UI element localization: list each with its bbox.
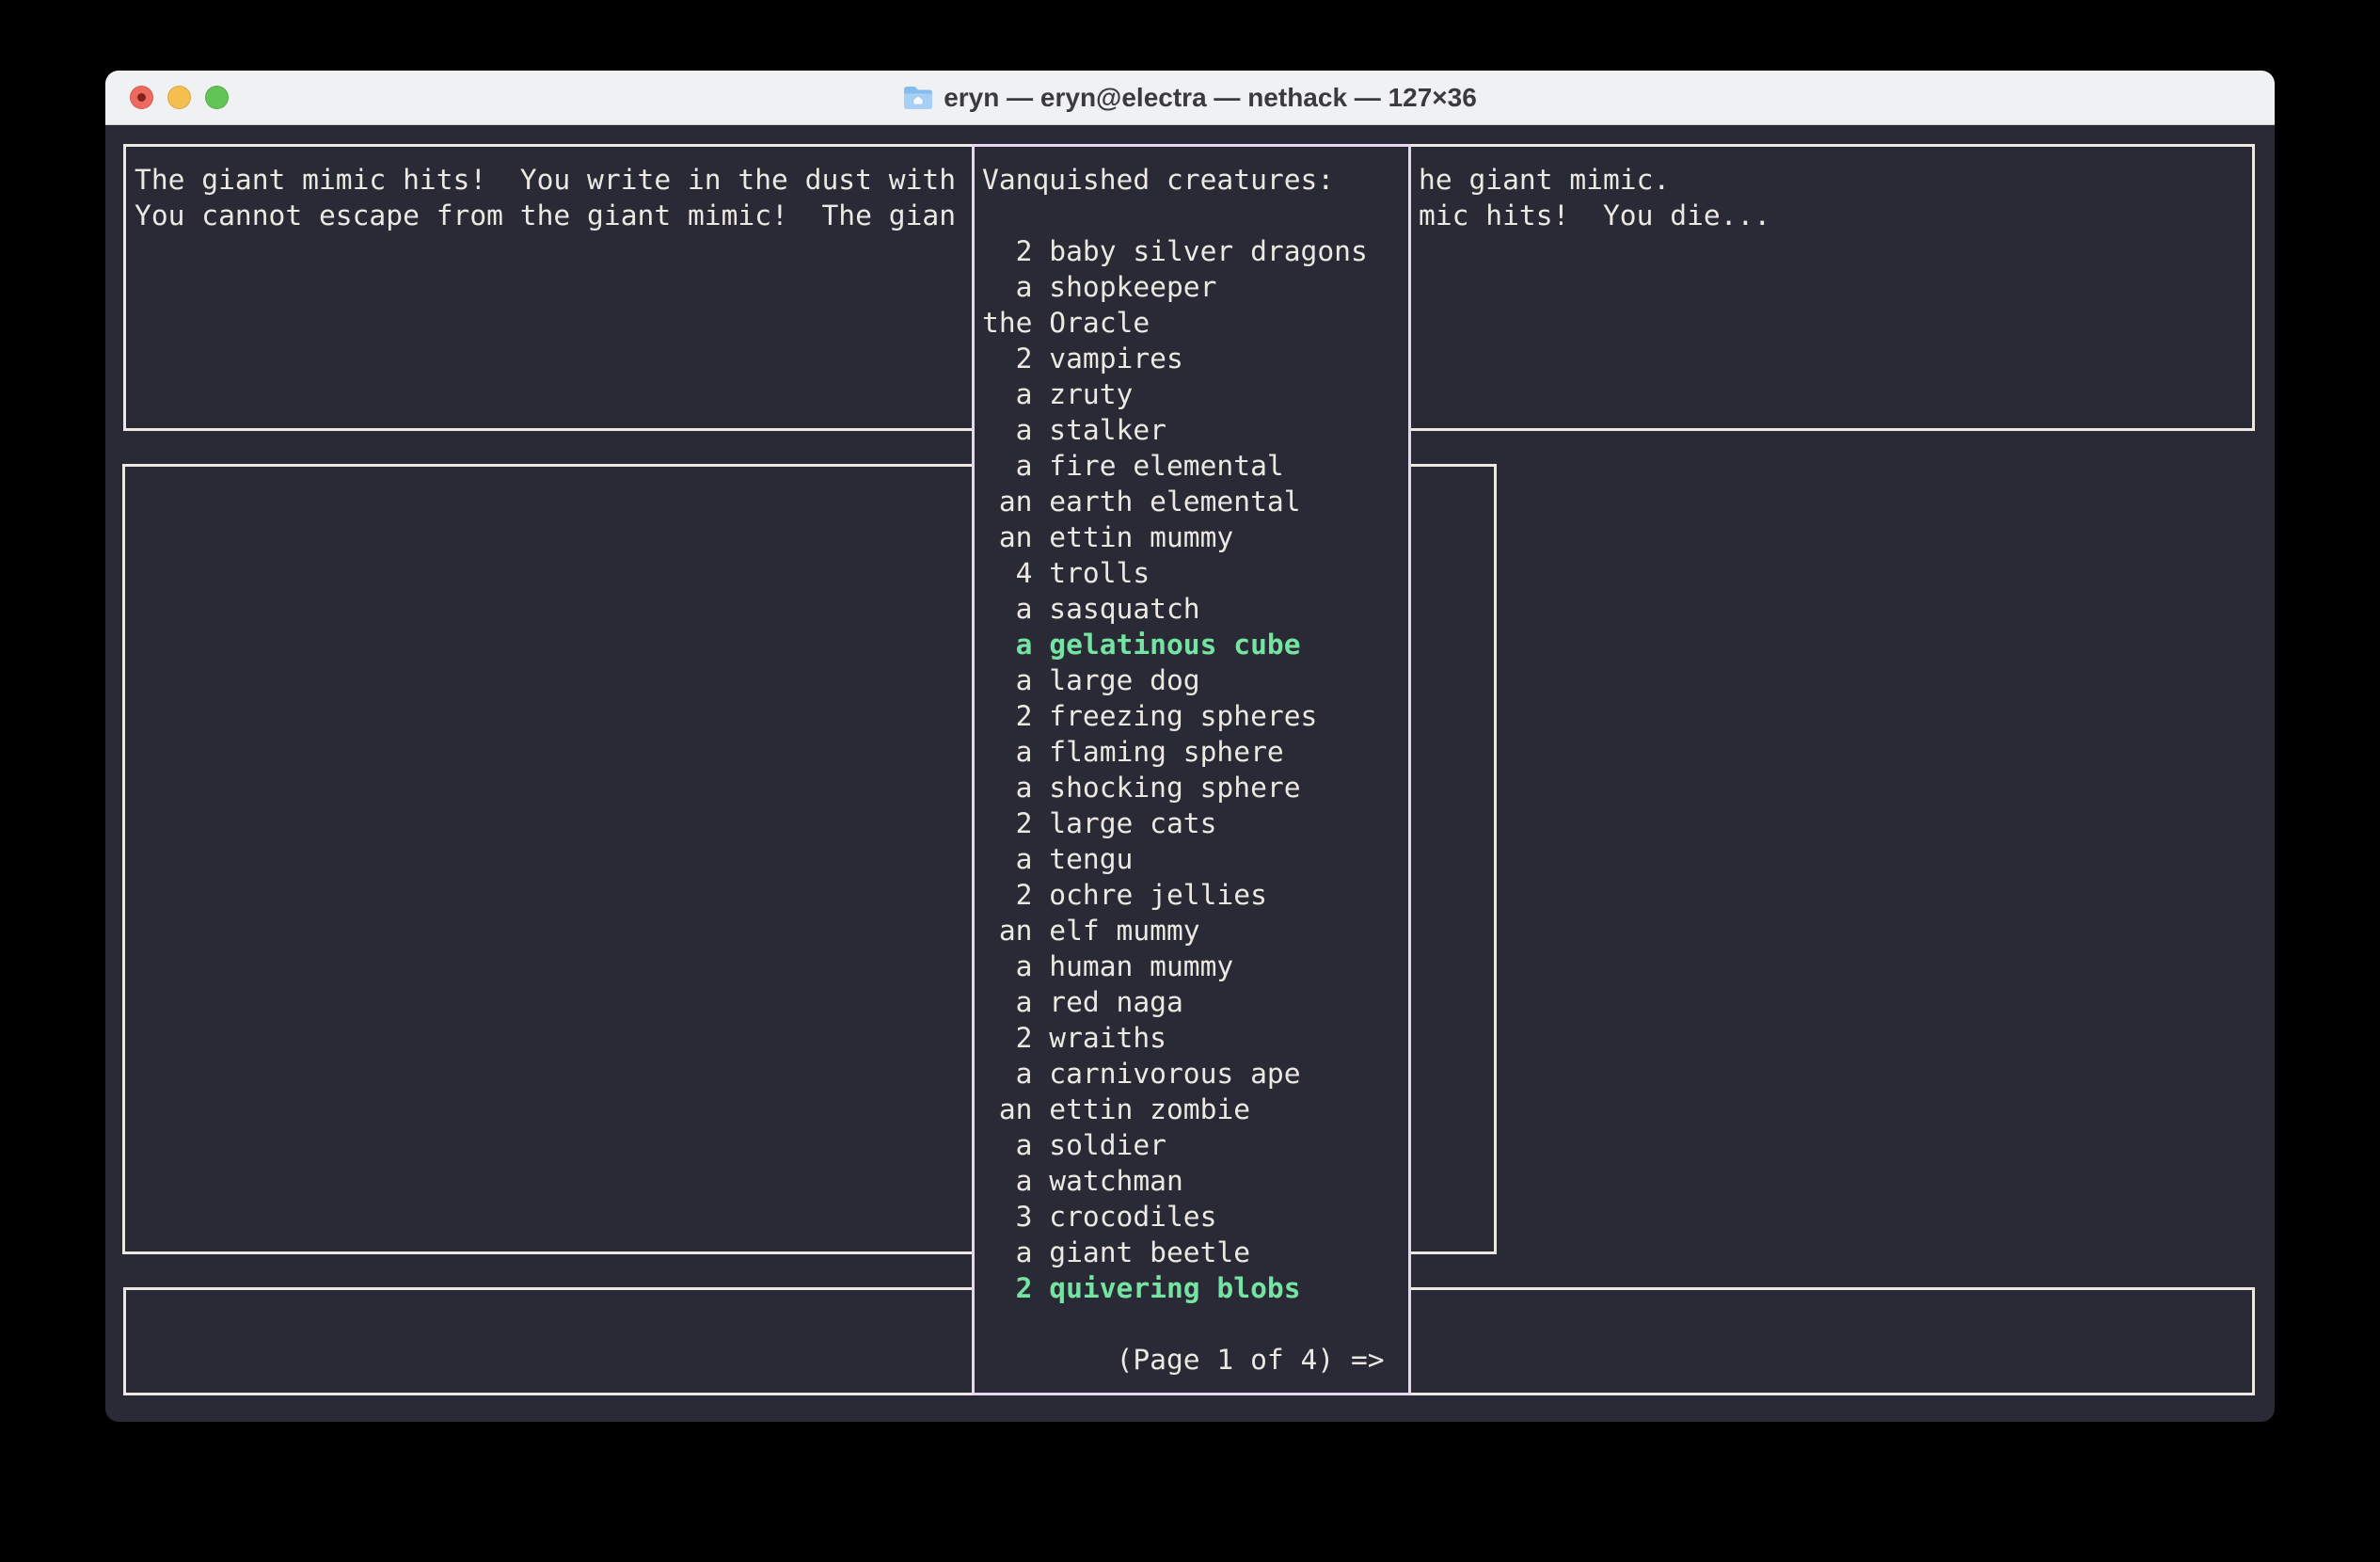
menu-item: a shopkeeper <box>982 269 1408 305</box>
menu-item: a gelatinous cube <box>982 627 1408 662</box>
menu-item: a stalker <box>982 412 1408 448</box>
menu-item: 2 baby silver dragons <box>982 233 1408 269</box>
menu-item: an elf mummy <box>982 913 1408 948</box>
menu-item: 4 trolls <box>982 555 1408 591</box>
menu-item: a flaming sphere <box>982 734 1408 770</box>
title-area: eryn — eryn@electra — nethack — 127×36 <box>903 83 1477 113</box>
menu-page-indicator: (Page 1 of 4) => <box>982 1342 1408 1378</box>
message-line1-left: The giant mimic hits! You write in the d… <box>135 162 956 198</box>
window-titlebar[interactable]: eryn — eryn@electra — nethack — 127×36 <box>105 71 2275 125</box>
terminal-window: eryn — eryn@electra — nethack — 127×36 T… <box>105 71 2275 1422</box>
traffic-lights <box>130 71 229 124</box>
menu-item: a sasquatch <box>982 591 1408 627</box>
menu-item: an ettin mummy <box>982 519 1408 555</box>
message-line2-left: You cannot escape from the giant mimic! … <box>135 198 956 233</box>
menu-item-list: 2 baby silver dragons a shopkeeperthe Or… <box>982 233 1408 1306</box>
menu-item: an ettin zombie <box>982 1092 1408 1127</box>
terminal-screen[interactable]: The giant mimic hits! You write in the d… <box>105 125 2275 1422</box>
vanquished-creatures-menu: Vanquished creatures: 2 baby silver drag… <box>972 144 1411 1395</box>
close-button[interactable] <box>130 86 153 109</box>
menu-item: 2 ochre jellies <box>982 877 1408 913</box>
menu-item: a shocking sphere <box>982 770 1408 805</box>
message-line2-right: mic hits! You die... <box>1419 198 1770 233</box>
menu-item: a carnivorous ape <box>982 1056 1408 1092</box>
menu-item: 2 quivering blobs <box>982 1270 1408 1306</box>
menu-item: a zruty <box>982 376 1408 412</box>
menu-item: a red naga <box>982 984 1408 1020</box>
menu-item: a fire elemental <box>982 448 1408 484</box>
minimize-button[interactable] <box>167 86 191 109</box>
menu-item: a tengu <box>982 841 1408 877</box>
message-line1-right: he giant mimic. <box>1419 162 1670 198</box>
menu-item: a watchman <box>982 1163 1408 1199</box>
window-title: eryn — eryn@electra — nethack — 127×36 <box>944 83 1477 113</box>
zoom-button[interactable] <box>205 86 229 109</box>
menu-item: 2 large cats <box>982 805 1408 841</box>
folder-icon <box>903 85 933 110</box>
close-modified-dot <box>137 93 146 102</box>
menu-item: a soldier <box>982 1127 1408 1163</box>
menu-item: 3 crocodiles <box>982 1199 1408 1235</box>
menu-item: 2 vampires <box>982 341 1408 376</box>
menu-item: 2 freezing spheres <box>982 698 1408 734</box>
menu-title: Vanquished creatures: <box>982 162 1408 198</box>
menu-item: a human mummy <box>982 948 1408 984</box>
menu-item: 2 wraiths <box>982 1020 1408 1056</box>
menu-item: the Oracle <box>982 305 1408 341</box>
menu-item: an earth elemental <box>982 484 1408 519</box>
menu-item: a large dog <box>982 662 1408 698</box>
menu-item: a giant beetle <box>982 1235 1408 1270</box>
